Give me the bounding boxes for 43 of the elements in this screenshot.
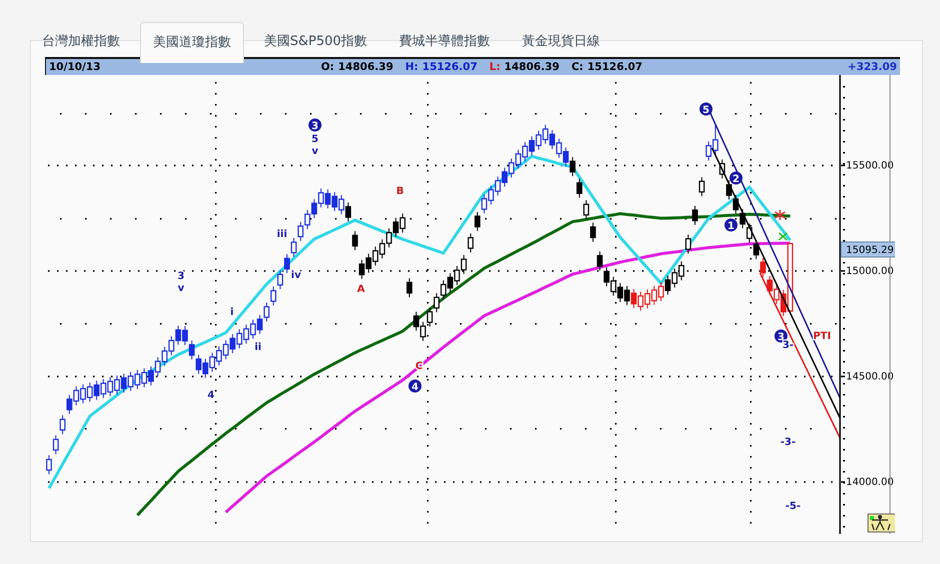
wave-count-marker: 4	[408, 380, 422, 393]
scale-figure-icon	[868, 514, 895, 532]
wave-count-marker: 2	[730, 172, 742, 185]
wave-label: 3-	[782, 340, 794, 351]
quote-value: 14806.39	[338, 61, 394, 73]
wave-label: i	[230, 307, 234, 318]
wave-label: PTI	[813, 331, 831, 342]
wave-label: -5-	[785, 501, 801, 512]
current-price-label: 15095.29	[840, 242, 895, 258]
quote-value: 15126.07	[587, 61, 642, 73]
wave-label: A	[357, 284, 365, 295]
quote-value: 15126.07	[422, 61, 478, 73]
cross-marks-icon	[774, 209, 786, 221]
wave-label: ii	[254, 342, 262, 353]
quote-value: 14806.39	[504, 61, 560, 73]
quote-label: H:	[405, 61, 418, 73]
price-change: +323.09	[848, 61, 897, 73]
wave-label: B	[396, 186, 404, 197]
price-tick-label: 14500.00	[846, 372, 894, 383]
index-tab[interactable]: 黃金現貨日線	[510, 22, 612, 62]
wave-label: v	[178, 283, 184, 294]
quote-label: C:	[571, 61, 584, 73]
quote-label: O:	[321, 61, 334, 73]
index-tab[interactable]: 美國道瓊指數	[140, 22, 244, 63]
wave-label: iv	[291, 270, 301, 281]
quote-date: 10/10/13	[49, 61, 102, 73]
wave-count-marker: 5	[700, 102, 712, 116]
wave-label: 3	[178, 271, 184, 282]
index-tab[interactable]: 美國S&P500指數	[252, 22, 380, 62]
wave-label: 4	[208, 390, 214, 401]
price-tick-label: 15500.00	[846, 160, 894, 172]
wave-count-marker: 3	[308, 118, 322, 132]
wave-count-marker: 1	[724, 218, 738, 232]
wave-label: v	[312, 146, 318, 157]
index-tab[interactable]: 台灣加權指數	[30, 22, 132, 62]
wave-label: iii	[276, 229, 288, 240]
price-tick-label: 15000.00	[846, 266, 894, 278]
quote-label: L:	[489, 61, 500, 73]
price-tick-label: 14000.00	[846, 477, 894, 488]
cross-marks-icon	[778, 232, 788, 241]
wave-label: -3-	[780, 437, 796, 448]
index-tab[interactable]: 費城半導體指數	[387, 22, 502, 62]
wave-label: 5	[312, 134, 318, 145]
